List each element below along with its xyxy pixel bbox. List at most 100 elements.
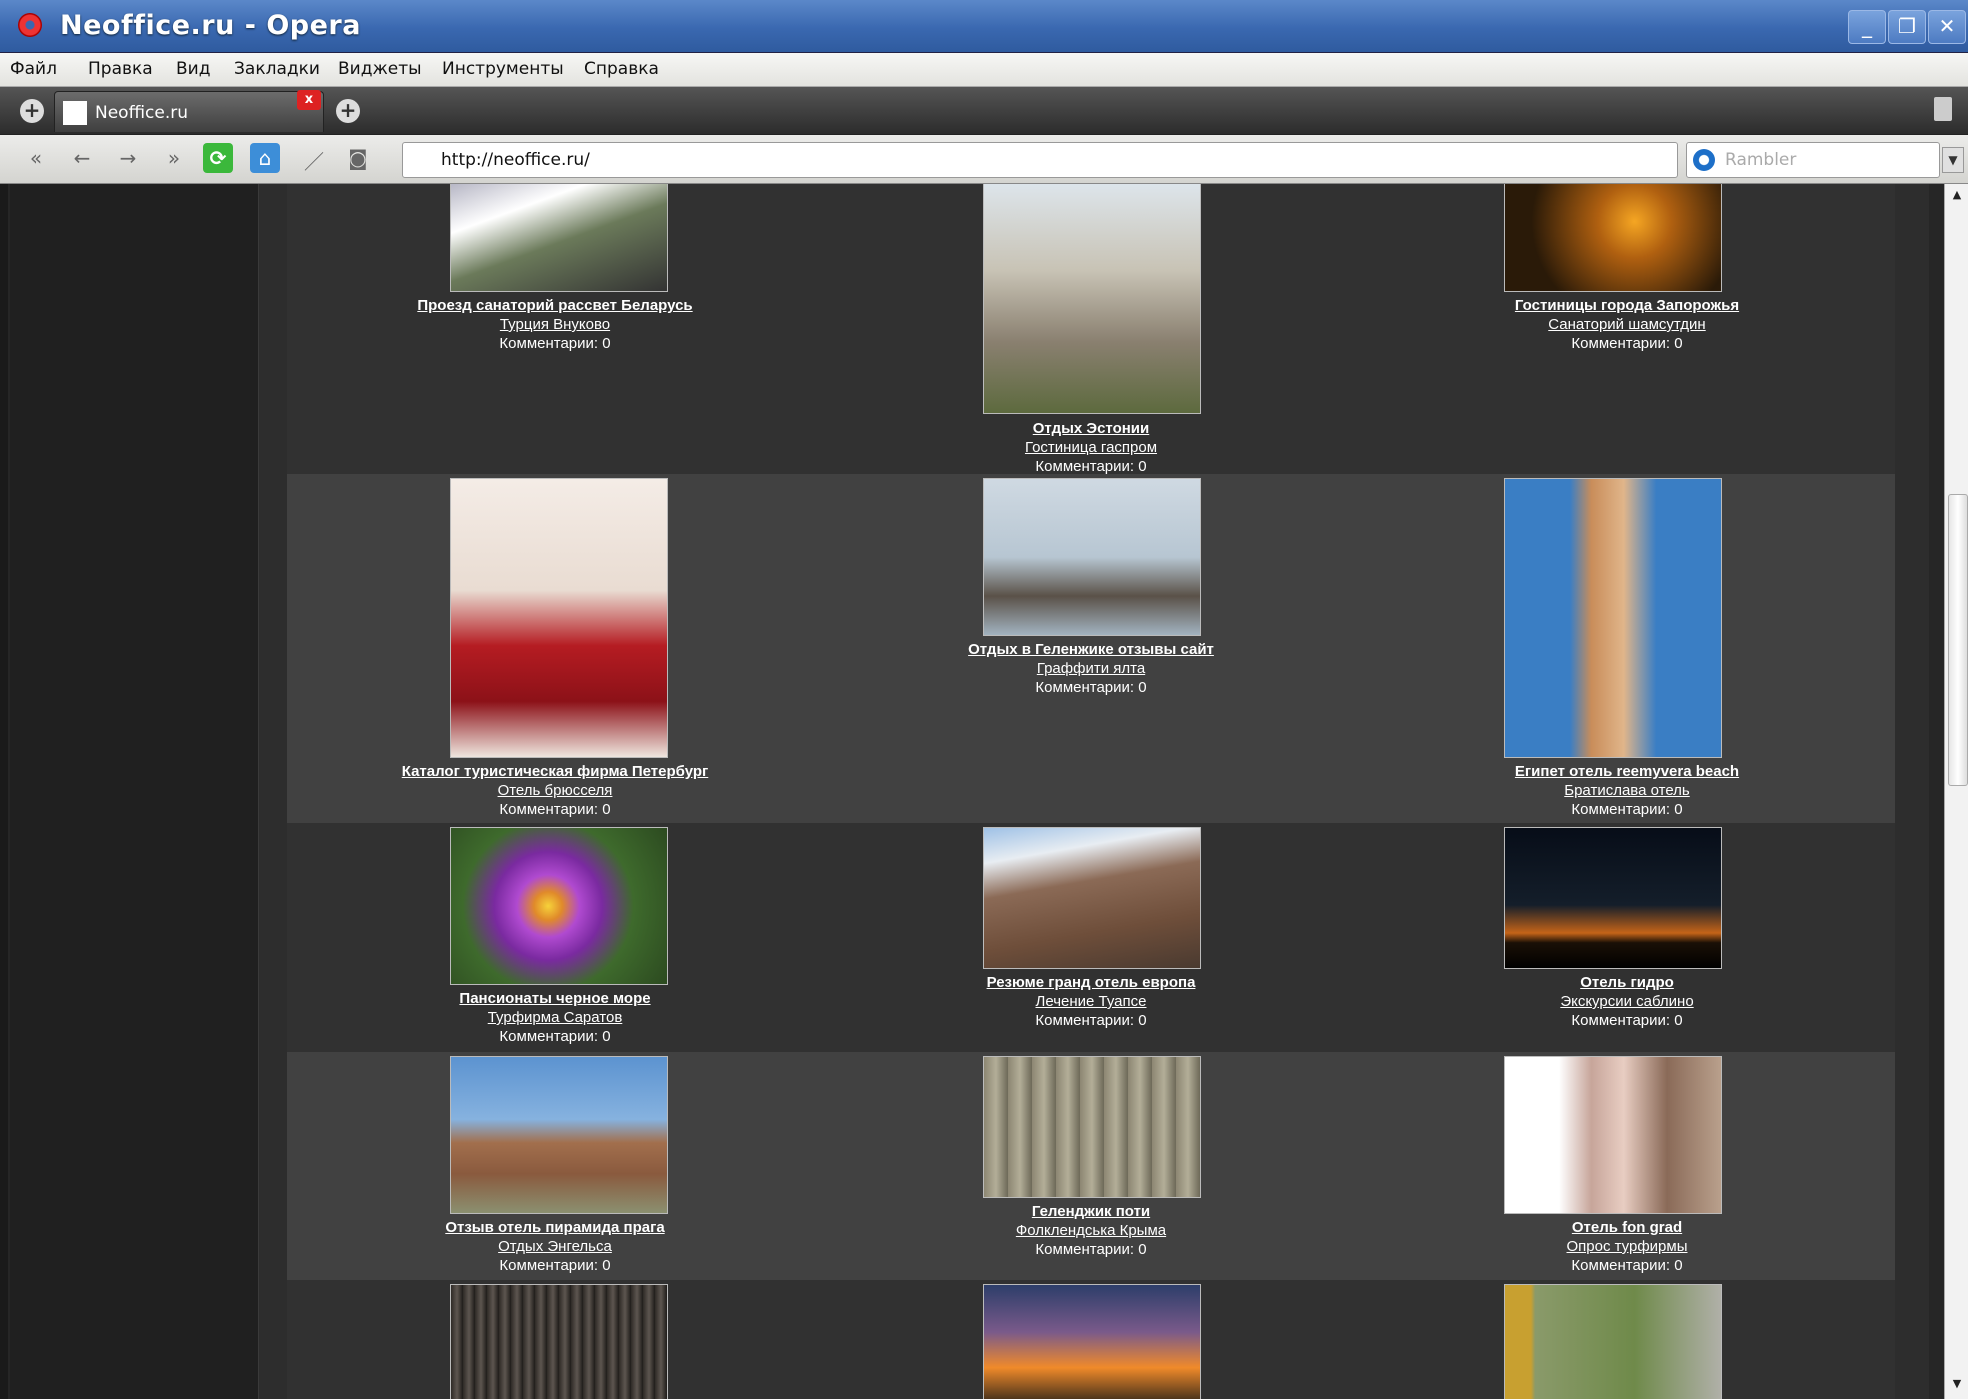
comment-count: Комментарии: 0 [499,1257,611,1274]
trash-icon[interactable] [1934,97,1952,121]
tab-neoffice[interactable]: Neoffice.ru x [54,90,324,132]
page-content: Проезд санаторий рассвет Беларусь Турция… [0,184,1944,1399]
grid-row: Проезд санаторий рассвет Беларусь Турция… [287,184,1895,475]
photo-title-link[interactable]: Египет отель reemyvera beach [1359,762,1895,781]
menu-tools[interactable]: Инструменты [442,59,564,79]
photo-subtitle-link[interactable]: Гостиница гаспром [823,438,1359,457]
photo-thumbnail[interactable] [1504,184,1722,292]
photo-title-link[interactable]: Пансионаты черное море [287,989,823,1008]
search-field[interactable]: Rambler [1686,142,1940,178]
menu-bookmarks[interactable]: Закладки [234,59,320,79]
photo-cell: Отель fon grad Опрос турфирмы Комментари… [1359,1052,1895,1280]
photo-thumbnail[interactable] [450,1284,668,1399]
tab-close-icon[interactable]: x [297,90,321,110]
back-icon[interactable]: ← [68,146,96,170]
photo-thumbnail[interactable] [983,478,1201,636]
photo-subtitle-link[interactable]: Фолклендська Крыма [823,1221,1359,1240]
photo-cell: Гостиницы города Запорожья Санаторий шам… [1359,184,1895,474]
window-titlebar: Neoffice.ru - Opera _ ❐ ✕ [0,0,1968,53]
photo-thumbnail[interactable] [1504,478,1722,758]
search-dropdown-icon[interactable]: ▼ [1942,147,1964,173]
photo-thumbnail[interactable] [983,827,1201,969]
comment-count: Комментарии: 0 [1571,1257,1683,1274]
tab-menu-icon[interactable]: + [20,99,44,123]
comment-count: Комментарии: 0 [499,801,611,818]
maximize-button[interactable]: ❐ [1888,10,1926,44]
photo-subtitle-link[interactable]: Экскурсии саблино [1359,992,1895,1011]
photo-title-link[interactable]: Отзыв отель пирамида прага [287,1218,823,1237]
comment-count: Комментарии: 0 [1571,335,1683,352]
photo-subtitle-link[interactable]: Отель брюсселя [287,781,823,800]
navigation-toolbar: « ← → » ⟳ ⌂ ／ ◙ http://neoffice.ru/ ◉ ▼ … [0,135,1968,184]
scroll-up-icon[interactable]: ▲ [1949,188,1965,206]
photo-thumbnail[interactable] [1504,1056,1722,1214]
menu-edit[interactable]: Правка [88,59,153,79]
photo-title-link[interactable]: Отель fon grad [1359,1218,1895,1237]
photo-title-link[interactable]: Отдых в Геленжике отзывы сайт [823,640,1359,659]
photo-subtitle-link[interactable]: Опрос турфирмы [1359,1237,1895,1256]
address-url[interactable]: http://neoffice.ru/ [441,150,590,170]
close-window-button[interactable]: ✕ [1928,10,1966,44]
photo-subtitle-link[interactable]: Граффити ялта [823,659,1359,678]
photo-title-link[interactable]: Каталог туристическая фирма Петербург [287,762,823,781]
camera-icon[interactable]: ◙ [344,146,372,170]
tab-bar: + Neoffice.ru x + [0,87,1968,134]
photo-title-link[interactable]: Гостиницы города Запорожья [1359,296,1895,315]
photo-thumbnail[interactable] [983,184,1201,414]
search-placeholder[interactable]: Rambler [1725,150,1796,170]
fast-forward-icon[interactable]: » [160,146,188,170]
photo-cell: Отель гидро Экскурсии саблино Комментари… [1359,823,1895,1052]
scrollbar-thumb[interactable] [1948,494,1968,786]
comment-count: Комментарии: 0 [1571,801,1683,818]
favicon-icon [63,101,87,125]
comment-count: Комментарии: 0 [1035,679,1147,696]
photo-thumbnail[interactable] [983,1284,1201,1399]
menu-bar: Файл Правка Вид Закладки Виджеты Инструм… [0,53,1968,87]
new-tab-icon[interactable]: + [336,99,360,123]
tab-label: Neoffice.ru [95,103,188,123]
photo-title-link[interactable]: Отдых Эстонии [823,419,1359,438]
photo-thumbnail[interactable] [450,827,668,985]
address-bar[interactable]: http://neoffice.ru/ ◉ ▼ [402,142,1678,178]
photo-title-link[interactable]: Отель гидро [1359,973,1895,992]
photo-thumbnail[interactable] [983,1056,1201,1198]
photo-subtitle-link[interactable]: Санаторий шамсутдин [1359,315,1895,334]
rewind-icon[interactable]: « [22,146,50,170]
photo-cell: Отдых в Геленжике отзывы сайт Граффити я… [823,474,1359,823]
photo-cell: Отзыв отель пирамида прага Отдых Энгельс… [287,1052,823,1280]
menu-file[interactable]: Файл [10,59,57,79]
vertical-scrollbar[interactable]: ▲ ▼ [1944,184,1968,1399]
home-icon[interactable]: ⌂ [250,143,280,173]
window-title: Neoffice.ru - Opera [60,10,361,41]
photo-title-link[interactable]: Геленджик поти [823,1202,1359,1221]
scroll-down-icon[interactable]: ▼ [1949,1377,1965,1395]
photo-subtitle-link[interactable]: Отдых Энгельса [287,1237,823,1256]
photo-title-link[interactable]: Резюме гранд отель европа [823,973,1359,992]
grid-row: Каталог туристическая фирма Петербург От… [287,474,1895,823]
grid-row: Отзыв отель пирамида прага Отдых Энгельс… [287,1052,1895,1280]
photo-subtitle-link[interactable]: Турция Внуково [287,315,823,334]
photo-thumbnail[interactable] [450,1056,668,1214]
minimize-button[interactable]: _ [1848,10,1886,44]
photo-thumbnail[interactable] [450,478,668,758]
menu-widgets[interactable]: Виджеты [338,59,422,79]
menu-view[interactable]: Вид [176,59,210,79]
photo-cell [1359,1280,1895,1399]
photo-subtitle-link[interactable]: Лечение Туапсе [823,992,1359,1011]
comment-count: Комментарии: 0 [1035,1012,1147,1029]
photo-cell [823,1280,1359,1399]
photo-cell: Египет отель reemyvera beach Братислава … [1359,474,1895,823]
photo-thumbnail[interactable] [1504,827,1722,969]
photo-thumbnail[interactable] [450,184,668,292]
photo-thumbnail[interactable] [1504,1284,1722,1399]
menu-help[interactable]: Справка [584,59,659,79]
photo-cell [287,1280,823,1399]
photo-title-link[interactable]: Проезд санаторий рассвет Беларусь [287,296,823,315]
photo-subtitle-link[interactable]: Турфирма Саратов [287,1008,823,1027]
photo-subtitle-link[interactable]: Братислава отель [1359,781,1895,800]
reload-icon[interactable]: ⟳ [203,143,233,173]
forward-icon[interactable]: → [114,146,142,170]
wand-icon[interactable]: ／ [300,146,328,175]
photo-cell: Резюме гранд отель европа Лечение Туапсе… [823,823,1359,1052]
comment-count: Комментарии: 0 [499,335,611,352]
